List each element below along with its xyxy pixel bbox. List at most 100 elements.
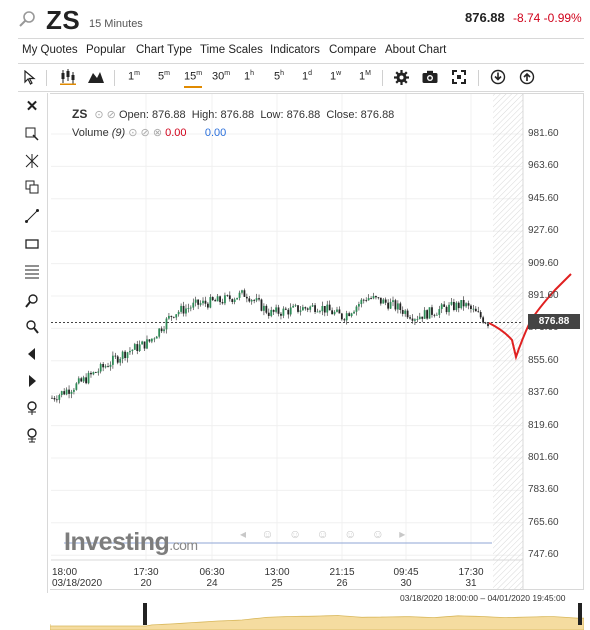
range-navigator[interactable] xyxy=(50,600,584,630)
candle-body xyxy=(77,378,80,384)
zoom-in-icon[interactable] xyxy=(24,293,40,309)
menu-compare[interactable]: Compare xyxy=(329,44,376,56)
candle-body xyxy=(177,311,180,315)
menu-chart-type[interactable]: Chart Type xyxy=(136,44,192,56)
price-change: -8.74 -0.99% xyxy=(513,11,582,25)
scroll-right-icon[interactable] xyxy=(24,373,40,389)
candle-body xyxy=(472,308,475,310)
eye-icon: ⊙ ⊘ xyxy=(94,109,116,121)
candle-body xyxy=(197,299,200,305)
close-icon[interactable]: ✕ xyxy=(24,99,40,115)
timescale-15m[interactable]: 15m xyxy=(184,70,203,88)
candle-body xyxy=(124,351,126,359)
timescale-1m[interactable]: 1m xyxy=(128,70,140,83)
y-tick-label: 819.60 xyxy=(528,419,559,431)
candle-body xyxy=(428,307,431,319)
candle-body xyxy=(248,298,251,302)
search-icon[interactable] xyxy=(18,10,36,28)
candle-body xyxy=(353,311,355,314)
candle-body xyxy=(284,308,287,310)
toolbar-separator xyxy=(46,70,47,86)
candle-body xyxy=(85,377,88,384)
candle-body xyxy=(267,312,270,316)
playback-controls[interactable]: ◂ ☺ ☺ ☺ ☺ ☺ ▸ xyxy=(240,527,411,541)
high-value: 876.88 xyxy=(220,109,255,121)
candle-body xyxy=(68,389,70,394)
volume-ma-value: 0.00 xyxy=(204,127,227,139)
candle-body xyxy=(316,311,319,313)
price-chart[interactable] xyxy=(50,93,584,590)
area-chart-icon[interactable] xyxy=(88,70,104,83)
candle-body xyxy=(355,306,358,312)
scroll-left-icon[interactable] xyxy=(24,346,40,362)
candle-body xyxy=(365,300,368,301)
camera-icon[interactable] xyxy=(422,70,438,84)
candle-body xyxy=(260,299,263,311)
fibonacci-icon[interactable] xyxy=(24,263,40,279)
candle-body xyxy=(287,309,290,315)
drawing-toolbar: ✕ xyxy=(18,93,48,593)
candle-body xyxy=(170,315,173,317)
timescale-30m[interactable]: 30m xyxy=(212,70,230,83)
candle-body xyxy=(97,371,100,373)
trendline-icon[interactable] xyxy=(24,208,40,224)
crosshair-icon[interactable] xyxy=(24,153,40,169)
toolbar-separator xyxy=(382,70,383,86)
menu-bar: My Quotes Popular Chart Type Time Scales… xyxy=(18,38,584,64)
menu-my-quotes[interactable]: My Quotes xyxy=(22,44,78,56)
candle-body xyxy=(133,344,136,350)
candle-body xyxy=(155,336,158,339)
menu-indicators[interactable]: Indicators xyxy=(270,44,320,56)
fullscreen-icon[interactable] xyxy=(452,70,466,84)
timescale-5m[interactable]: 5m xyxy=(158,70,170,83)
candle-body xyxy=(343,319,346,321)
timescale-1w[interactable]: 1w xyxy=(330,70,341,83)
candle-body xyxy=(182,305,185,314)
rectangle-icon[interactable] xyxy=(24,236,40,252)
candle-body xyxy=(75,383,78,390)
menu-time-scales[interactable]: Time Scales xyxy=(200,44,263,56)
candle-body xyxy=(202,300,204,304)
candle-body xyxy=(323,305,326,313)
y-tick-label: 837.60 xyxy=(528,387,559,399)
menu-about-chart[interactable]: About Chart xyxy=(385,44,446,56)
x-tick-label: 21:15 26 xyxy=(329,567,355,589)
timescale-1M[interactable]: 1M xyxy=(359,70,371,83)
reset-zoom-icon[interactable] xyxy=(24,427,40,443)
candle-body xyxy=(382,299,385,304)
candle-body xyxy=(236,297,239,300)
timescale-5h[interactable]: 5h xyxy=(274,70,284,83)
download-icon[interactable] xyxy=(490,69,506,85)
menu-popular[interactable]: Popular xyxy=(86,44,126,56)
timescale-1d[interactable]: 1d xyxy=(302,70,312,83)
candle-body xyxy=(131,349,134,351)
y-tick-label: 855.60 xyxy=(528,354,559,366)
timescale-1h[interactable]: 1h xyxy=(244,70,254,83)
eraser-icon[interactable] xyxy=(24,126,40,142)
gear-icon[interactable] xyxy=(394,70,409,85)
copy-icon[interactable] xyxy=(24,179,40,195)
candle-body xyxy=(270,309,273,316)
candle-body xyxy=(423,310,426,319)
magnet-icon[interactable] xyxy=(24,400,40,416)
candle-body xyxy=(180,305,182,312)
candle-body xyxy=(129,350,131,353)
candle-body xyxy=(65,389,68,395)
candle-body xyxy=(401,309,404,314)
candle-body xyxy=(211,297,214,301)
candle-body xyxy=(192,302,195,308)
upload-icon[interactable] xyxy=(519,69,535,85)
candle-body xyxy=(194,299,197,303)
open-value: 876.88 xyxy=(152,109,186,121)
candle-body xyxy=(414,319,416,321)
candle-body xyxy=(219,296,221,303)
candle-body xyxy=(99,363,102,372)
candle-body xyxy=(455,302,458,310)
zoom-out-icon[interactable] xyxy=(24,319,40,335)
candle-body xyxy=(396,303,399,310)
candle-body xyxy=(146,339,148,349)
cursor-icon[interactable] xyxy=(24,70,36,85)
candle-body xyxy=(214,300,217,302)
candle-body xyxy=(136,344,139,352)
candlestick-icon[interactable] xyxy=(60,68,76,85)
